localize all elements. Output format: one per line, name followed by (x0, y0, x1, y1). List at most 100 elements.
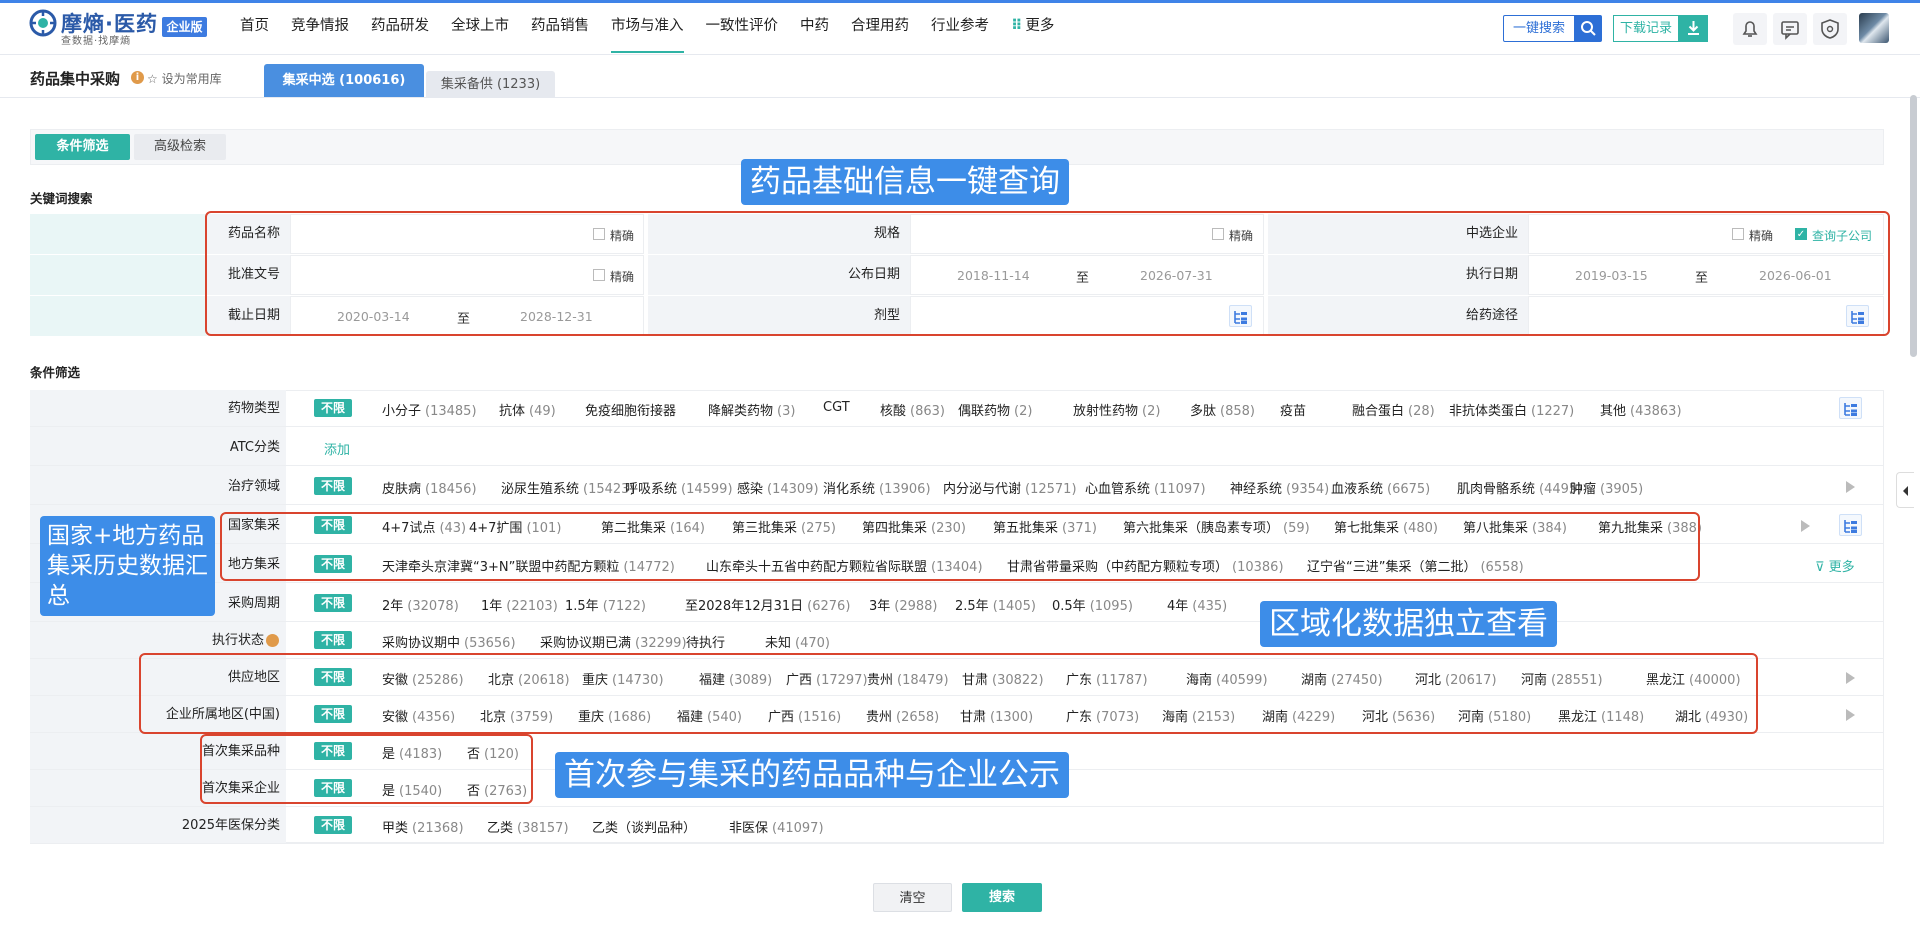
option-count: (13485) (425, 404, 477, 419)
filter-option-drug_type[interactable]: 疫苗 (1280, 400, 1306, 419)
nav-item-tcm[interactable]: 中药 (800, 0, 829, 53)
scroll-right-arrow-icon[interactable] (1846, 672, 1855, 684)
filter-option-drug_type[interactable]: 抗体 (49) (499, 400, 556, 419)
filter-option-status[interactable]: 采购协议期已满 (32299) (540, 632, 687, 651)
option-count: (13906) (879, 482, 931, 497)
option-count: (11097) (1154, 482, 1206, 497)
nav-item-sales[interactable]: 药品销售 (531, 0, 589, 53)
nav-item-consistency[interactable]: 一致性评价 (706, 0, 779, 53)
unlimited-chip[interactable]: 不限 (314, 399, 353, 417)
atc-add-link[interactable]: 添加 (324, 439, 350, 458)
tree-select-icon[interactable] (1839, 514, 1862, 536)
info-icon[interactable]: i (131, 71, 144, 84)
side-collapse-tab[interactable] (1896, 472, 1914, 508)
filter-option-period[interactable]: 1.5年 (7122) (565, 595, 646, 614)
filter-option-drug_type[interactable]: 降解类药物 (3) (708, 400, 795, 419)
keyword-row-spacer (30, 214, 206, 254)
tree-select-icon[interactable] (1839, 397, 1862, 419)
filter-option-insurance[interactable]: 乙类（谈判品种） (592, 817, 696, 836)
filter-option-insurance[interactable]: 非医保 (41097) (729, 817, 824, 836)
filter-option-drug_type[interactable]: 核酸 (863) (880, 400, 945, 419)
user-avatar[interactable] (1859, 13, 1889, 43)
filter-option-status[interactable]: 待执行 (686, 632, 725, 651)
nav-item-rnd[interactable]: 药品研发 (371, 0, 429, 53)
filter-option-drug_type[interactable]: 非抗体类蛋白 (1227) (1449, 400, 1574, 419)
filter-option-period[interactable]: 2年 (32078) (382, 595, 459, 614)
filter-option-drug_type[interactable]: 其他 (43863) (1600, 400, 1682, 419)
nav-item-rational-use[interactable]: 合理用药 (851, 0, 909, 53)
filter-option-therapy[interactable]: 呼吸系统 (14599) (625, 478, 733, 497)
nav-item-industry[interactable]: 行业参考 (931, 0, 989, 53)
unlimited-chip[interactable]: 不限 (314, 477, 353, 495)
filter-option-period[interactable]: 2.5年 (1405) (955, 595, 1036, 614)
shield-settings-icon[interactable] (1813, 13, 1847, 45)
more-label: 更多 (1828, 560, 1855, 575)
nav-item-market-access[interactable]: 市场与准入 (611, 0, 684, 53)
filter-option-drug_type[interactable]: CGT (823, 400, 850, 415)
nav-item-competition[interactable]: 竞争情报 (291, 0, 349, 53)
global-search-button[interactable]: 一键搜索 (1503, 15, 1575, 42)
message-icon[interactable] (1773, 13, 1807, 45)
filter-option-therapy[interactable]: 血液系统 (6675) (1331, 478, 1430, 497)
filter-option-therapy[interactable]: 肿瘤 (3905) (1570, 478, 1643, 497)
unlimited-chip[interactable]: 不限 (314, 594, 353, 612)
scroll-right-arrow-icon[interactable] (1801, 520, 1810, 532)
filter-option-therapy[interactable]: 感染 (14309) (737, 478, 819, 497)
info-icon[interactable] (266, 634, 279, 647)
option-name: 待执行 (686, 636, 726, 651)
filter-option-therapy[interactable]: 皮肤病 (18456) (382, 478, 477, 497)
search-icon[interactable] (1574, 15, 1602, 42)
filter-option-drug_type[interactable]: 小分子 (13485) (382, 400, 477, 419)
more-filter-link[interactable]: ⊽ 更多 (1815, 556, 1855, 575)
nav-item-more[interactable]: ⠿ 更多 (1011, 0, 1054, 53)
filter-option-drug_type[interactable]: 放射性药物 (2) (1073, 400, 1160, 419)
option-name: 放射性药物 (1073, 404, 1139, 419)
filter-option-therapy[interactable]: 内分泌与代谢 (12571) (943, 478, 1077, 497)
option-name: 多肽 (1190, 404, 1217, 419)
filter-option-insurance[interactable]: 甲类 (21368) (382, 817, 464, 836)
option-name: 感染 (737, 482, 764, 497)
brand-logo-icon[interactable] (28, 8, 58, 38)
filter-option-drug_type[interactable]: 偶联药物 (2) (958, 400, 1032, 419)
filter-option-insurance[interactable]: 乙类 (38157) (487, 817, 569, 836)
filter-option-drug_type[interactable]: 融合蛋白 (28) (1352, 400, 1435, 419)
filter-option-drug_type[interactable]: 多肽 (858) (1190, 400, 1255, 419)
mode-filter-button[interactable]: 条件筛选 (35, 134, 130, 160)
option-name: 核酸 (880, 404, 907, 419)
download-records-button[interactable]: 下载记录 (1613, 15, 1679, 42)
filter-option-period[interactable]: 1年 (22103) (481, 595, 558, 614)
notification-bell-icon[interactable] (1733, 13, 1767, 45)
filter-option-period[interactable]: 至2028年12月31日 (6276) (685, 595, 850, 614)
unlimited-chip[interactable]: 不限 (314, 816, 353, 834)
clear-button[interactable]: 清空 (873, 883, 952, 912)
filter-option-therapy[interactable]: 神经系统 (9354) (1230, 478, 1329, 497)
filter-option-status[interactable]: 采购协议期中 (53656) (382, 632, 516, 651)
filter-option-therapy[interactable]: 肌肉骨骼系统 (4495) (1457, 478, 1582, 497)
scroll-right-arrow-icon[interactable] (1846, 709, 1855, 721)
option-count: (3905) (1600, 482, 1644, 497)
nav-item-home[interactable]: 首页 (240, 0, 269, 53)
download-icon[interactable] (1679, 15, 1708, 42)
page-scrollbar[interactable] (1910, 95, 1917, 357)
filter-option-period[interactable]: 0.5年 (1095) (1052, 595, 1133, 614)
tab-selected-procurement[interactable]: 集采中选 (100616) (264, 64, 424, 98)
tab-backup-supply[interactable]: 集采备供 (1233) (426, 71, 555, 98)
callout-basic-info: 药品基础信息一键查询 (741, 159, 1069, 205)
nav-item-global[interactable]: 全球上市 (451, 0, 509, 53)
filter-option-therapy[interactable]: 心血管系统 (11097) (1085, 478, 1206, 497)
option-name: 肌肉骨骼系统 (1457, 482, 1536, 497)
option-name: 降解类药物 (708, 404, 774, 419)
set-favorite-link[interactable]: ☆ 设为常用库 (147, 70, 222, 87)
filter-option-period[interactable]: 4年 (435) (1167, 595, 1227, 614)
search-button[interactable]: 搜索 (962, 883, 1042, 912)
mode-advanced-button[interactable]: 高级检索 (134, 134, 226, 160)
filter-option-therapy[interactable]: 泌尿生殖系统 (15423) (501, 478, 635, 497)
unlimited-chip[interactable]: 不限 (314, 631, 353, 649)
filter-option-status[interactable]: 未知 (470) (765, 632, 830, 651)
scroll-right-arrow-icon[interactable] (1846, 481, 1855, 493)
filter-option-drug_type[interactable]: 免疫细胞衔接器 (585, 400, 676, 419)
filter-label-therapy: 治疗领域 (227, 479, 280, 494)
highlight-box-first (200, 734, 533, 804)
filter-option-period[interactable]: 3年 (2988) (869, 595, 938, 614)
filter-option-therapy[interactable]: 消化系统 (13906) (823, 478, 931, 497)
